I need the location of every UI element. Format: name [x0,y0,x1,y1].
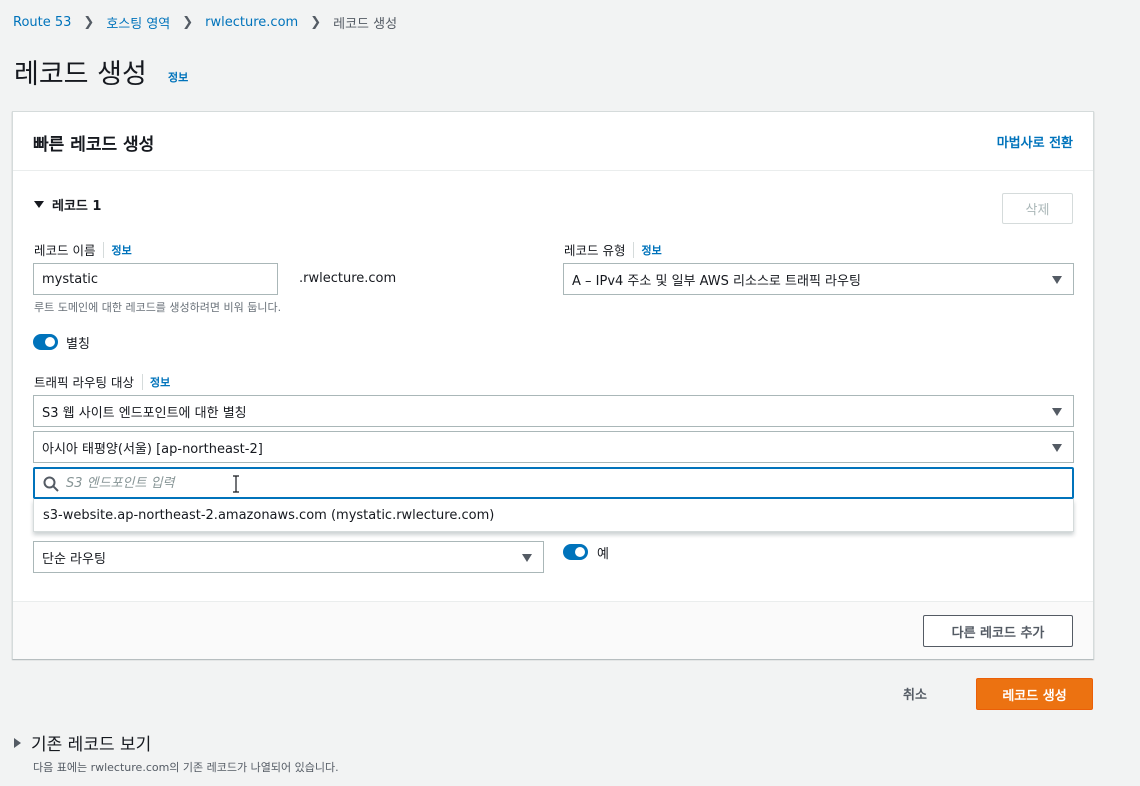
evaluate-health-label: 예 [597,547,609,562]
record-name-hint: 루트 도메인에 대한 레코드를 생성하려면 비워 둡니다. [34,301,282,314]
create-records-button[interactable]: 레코드 생성 [976,678,1093,710]
record-section-toggle[interactable]: 레코드 1 [34,195,101,214]
cancel-button[interactable]: 취소 [903,684,927,703]
record-type-select[interactable]: A – IPv4 주소 및 일부 AWS 리소스로 트래픽 라우팅 [563,263,1074,295]
record-type-value: A – IPv4 주소 및 일부 AWS 리소스로 트래픽 라우팅 [572,273,861,289]
existing-records-toggle[interactable]: 기존 레코드 보기 [14,730,151,755]
caret-down-icon [1052,276,1062,284]
chevron-right-icon: ❯ [83,15,95,30]
caret-down-icon [34,201,44,208]
domain-suffix: .rwlecture.com [299,271,397,286]
routing-policy-value: 단순 라우팅 [42,551,106,567]
search-icon [43,476,59,492]
endpoint-search-box[interactable] [33,467,1074,499]
record-name-label: 레코드 이름 정보 [34,240,132,259]
routing-target-info-link[interactable]: 정보 [141,373,170,390]
breadcrumb-current: 레코드 생성 [333,17,398,32]
text-cursor-icon [233,475,239,493]
region-select[interactable]: 아시아 태평양(서울) [ap-northeast-2] [33,431,1074,463]
record-name-input[interactable] [33,263,278,295]
add-record-button[interactable]: 다른 레코드 추가 [923,615,1073,647]
record-section-label: 레코드 1 [52,199,102,214]
caret-down-icon [1052,444,1062,452]
endpoint-type-value: S3 웹 사이트 엔드포인트에 대한 별칭 [42,405,247,421]
page-title: 레코드 생성 [14,59,147,90]
page-info-link[interactable]: 정보 [168,69,188,85]
quick-create-card: 빠른 레코드 생성 마법사로 전환 레코드 1 삭제 레코드 이름 정보 .rw… [12,111,1094,659]
breadcrumb-route53[interactable]: Route 53 [13,15,71,30]
breadcrumb: Route 53 ❯ 호스팅 영역 ❯ rwlecture.com ❯ 레코드 … [13,13,397,32]
card-title: 빠른 레코드 생성 [33,135,155,155]
caret-down-icon [522,554,532,562]
alias-toggle[interactable] [33,334,58,350]
endpoint-search-input[interactable] [66,469,1046,497]
alias-label: 별칭 [66,337,90,352]
record-name-info-link[interactable]: 정보 [103,241,132,258]
existing-records-title: 기존 레코드 보기 [31,735,152,755]
chevron-right-icon: ❯ [182,15,194,30]
record-type-label: 레코드 유형 정보 [564,240,662,259]
record-type-info-link[interactable]: 정보 [633,241,662,258]
region-value: 아시아 태평양(서울) [ap-northeast-2] [42,441,263,457]
delete-button[interactable]: 삭제 [1002,193,1073,224]
endpoint-type-select[interactable]: S3 웹 사이트 엔드포인트에 대한 별칭 [33,395,1074,427]
switch-to-wizard-link[interactable]: 마법사로 전환 [997,132,1073,151]
card-footer: 다른 레코드 추가 [13,601,1093,659]
record-type-label-text: 레코드 유형 [564,243,626,258]
endpoint-dropdown: s3-website.ap-northeast-2.amazonaws.com … [33,499,1074,532]
existing-records-description: 다음 표에는 rwlecture.com의 기존 레코드가 나열되어 있습니다. [33,761,339,774]
evaluate-health-toggle[interactable] [563,544,588,560]
breadcrumb-zone[interactable]: rwlecture.com [205,15,298,30]
routing-policy-select[interactable]: 단순 라우팅 [33,541,544,573]
caret-down-icon [1052,408,1062,416]
routing-target-label-text: 트래픽 라우팅 대상 [34,375,134,390]
routing-target-label: 트래픽 라우팅 대상 정보 [34,372,170,391]
endpoint-option[interactable]: s3-website.ap-northeast-2.amazonaws.com … [43,508,494,523]
card-header: 빠른 레코드 생성 마법사로 전환 [13,112,1093,171]
chevron-right-icon: ❯ [310,15,322,30]
record-name-label-text: 레코드 이름 [34,243,96,258]
breadcrumb-hosted-zones[interactable]: 호스팅 영역 [106,13,170,32]
caret-right-icon [14,737,21,748]
